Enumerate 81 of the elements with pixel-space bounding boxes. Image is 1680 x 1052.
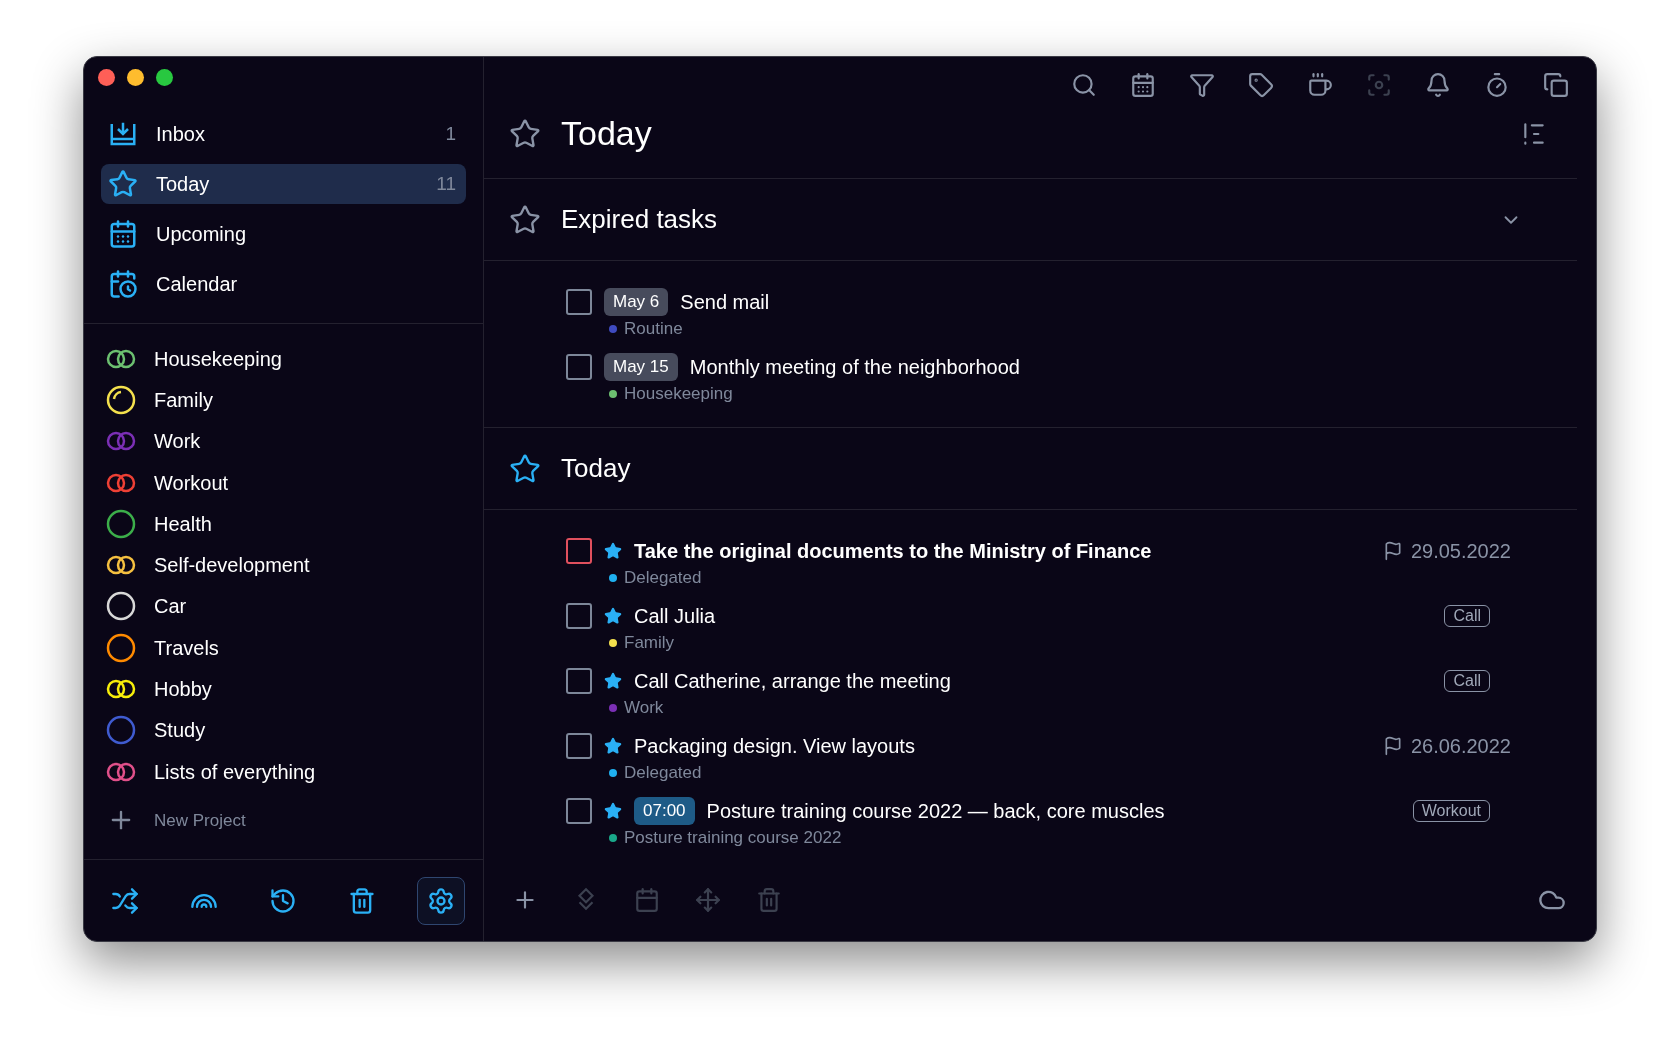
project-item[interactable]: Travels <box>106 627 461 669</box>
project-item[interactable]: Family <box>106 379 461 421</box>
tag-label[interactable]: Call <box>1444 605 1490 627</box>
task-title[interactable]: Packaging design. View layouts <box>634 731 915 761</box>
nav-item[interactable]: Inbox 1 <box>101 114 466 154</box>
project-item[interactable]: Hobby <box>106 668 461 710</box>
page-title: Today <box>561 113 653 154</box>
tag-icon <box>1248 72 1274 98</box>
bell-icon <box>1425 72 1451 98</box>
nav-item[interactable]: Calendar <box>101 264 466 304</box>
project-item[interactable]: Self-development <box>106 544 461 586</box>
task-project: Family <box>624 632 675 655</box>
task-checkbox[interactable] <box>566 798 592 824</box>
calendar-button[interactable] <box>1130 72 1156 98</box>
task-title[interactable]: Posture training course 2022 — back, core muscles <box>706 796 1165 826</box>
close-window-button[interactable] <box>98 68 115 86</box>
section-title: Today <box>561 452 632 485</box>
calendar-icon <box>634 887 660 913</box>
project-item[interactable]: Study <box>106 709 461 751</box>
task-checkbox[interactable] <box>566 289 592 315</box>
time-badge: 07:00 <box>634 797 695 825</box>
project-item[interactable]: Housekeeping <box>106 338 461 380</box>
task-checkbox[interactable] <box>566 538 592 564</box>
task-checkbox[interactable] <box>566 733 592 759</box>
shuffle-icon <box>111 886 139 915</box>
calendar-icon <box>108 219 138 249</box>
date-badge: May 6 <box>604 288 669 316</box>
task-project: Posture training course 2022 <box>624 827 842 850</box>
section-title: Expired tasks <box>561 203 719 236</box>
copy-button[interactable] <box>1543 72 1569 98</box>
new-project-button[interactable]: New Project <box>106 800 461 841</box>
project-item[interactable]: Lists of everything <box>106 750 461 793</box>
settings-icon <box>427 886 455 915</box>
task-title[interactable]: Call Catherine, arrange the meeting <box>634 666 951 696</box>
task-title[interactable]: Take the original documents to the Ministry of Finance <box>634 536 1152 566</box>
filter-button[interactable] <box>1189 72 1215 98</box>
project-item[interactable]: Work <box>106 420 461 462</box>
due-date: 29.05.2022 <box>1410 539 1511 564</box>
stopwatch-icon <box>1484 72 1510 98</box>
nav-item[interactable]: Upcoming <box>101 214 466 254</box>
task-title[interactable]: Call Julia <box>634 601 716 631</box>
task-checkbox[interactable] <box>566 603 592 629</box>
task-project: Delegated <box>624 762 702 785</box>
project-item[interactable]: Workout <box>106 461 461 504</box>
tag-label[interactable]: Call <box>1444 670 1490 692</box>
filter-icon <box>1189 72 1215 98</box>
date-badge: May 15 <box>604 353 678 381</box>
history-icon <box>269 886 297 915</box>
copy-icon <box>1543 72 1569 98</box>
due-date: 26.06.2022 <box>1410 734 1511 759</box>
nav-item[interactable]: Today 11 <box>101 164 466 204</box>
move-arrows-icon <box>695 887 721 913</box>
coffee-cup-icon <box>1307 72 1333 98</box>
minimize-window-button[interactable] <box>127 68 144 86</box>
sort-icon[interactable] <box>1521 120 1547 147</box>
search-button[interactable] <box>1071 72 1097 98</box>
bell-button[interactable] <box>1425 72 1451 98</box>
coffee-cup-button[interactable] <box>1307 72 1333 98</box>
task-checkbox[interactable] <box>566 668 592 694</box>
search-icon <box>1071 72 1097 98</box>
star-icon <box>108 169 138 199</box>
task-project: Routine <box>624 318 683 341</box>
task-project: Work <box>624 697 664 720</box>
calendar-clock-icon <box>108 269 138 299</box>
project-item[interactable]: Car <box>106 585 461 628</box>
task-title[interactable]: Monthly meeting of the neighborhood <box>689 352 1020 382</box>
focus-frame-icon <box>1366 72 1392 98</box>
stopwatch-button[interactable] <box>1484 72 1510 98</box>
tag-button[interactable] <box>1248 72 1274 98</box>
settings-button[interactable] <box>417 876 465 925</box>
task-title[interactable]: Send mail <box>680 287 770 317</box>
task-project: Delegated <box>624 567 702 590</box>
task-checkbox[interactable] <box>566 354 592 380</box>
project-item[interactable]: Health <box>106 503 461 545</box>
zoom-window-button[interactable] <box>156 68 173 86</box>
trash-icon <box>348 886 376 915</box>
tag-label[interactable]: Workout <box>1412 800 1490 822</box>
task-project: Housekeeping <box>624 383 733 406</box>
star-icon <box>509 117 541 150</box>
trash-icon <box>756 887 782 913</box>
calendar-icon <box>1130 72 1156 98</box>
